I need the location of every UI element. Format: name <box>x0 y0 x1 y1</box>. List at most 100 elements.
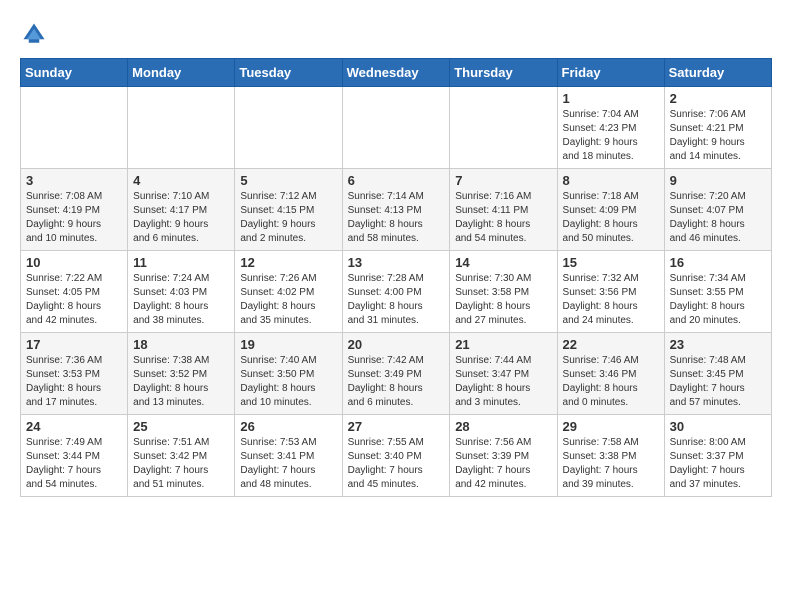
day-info: Sunrise: 7:30 AM Sunset: 3:58 PM Dayligh… <box>455 272 551 328</box>
week-row-4: 17 Sunrise: 7:36 AM Sunset: 3:53 PM Dayli… <box>21 333 772 415</box>
weekday-header-wednesday: Wednesday <box>342 59 450 87</box>
calendar-cell <box>342 87 450 169</box>
calendar-body: 1 Sunrise: 7:04 AM Sunset: 4:23 PM Daylig… <box>21 87 772 497</box>
weekday-header-tuesday: Tuesday <box>235 59 342 87</box>
calendar-cell: 23 Sunrise: 7:48 AM Sunset: 3:45 PM Dayli… <box>664 333 771 415</box>
weekday-header-thursday: Thursday <box>450 59 557 87</box>
calendar-cell: 22 Sunrise: 7:46 AM Sunset: 3:46 PM Dayli… <box>557 333 664 415</box>
day-number: 3 <box>26 173 122 188</box>
day-info: Sunrise: 7:51 AM Sunset: 3:42 PM Dayligh… <box>133 436 229 492</box>
calendar-cell: 18 Sunrise: 7:38 AM Sunset: 3:52 PM Dayli… <box>128 333 235 415</box>
day-number: 15 <box>563 255 659 270</box>
day-number: 25 <box>133 419 229 434</box>
day-info: Sunrise: 7:28 AM Sunset: 4:00 PM Dayligh… <box>348 272 445 328</box>
day-number: 7 <box>455 173 551 188</box>
day-info: Sunrise: 7:14 AM Sunset: 4:13 PM Dayligh… <box>348 190 445 246</box>
day-number: 23 <box>670 337 766 352</box>
week-row-5: 24 Sunrise: 7:49 AM Sunset: 3:44 PM Dayli… <box>21 415 772 497</box>
day-info: Sunrise: 7:18 AM Sunset: 4:09 PM Dayligh… <box>563 190 659 246</box>
calendar-cell: 19 Sunrise: 7:40 AM Sunset: 3:50 PM Dayli… <box>235 333 342 415</box>
calendar-cell: 10 Sunrise: 7:22 AM Sunset: 4:05 PM Dayli… <box>21 251 128 333</box>
week-row-2: 3Sunrise: 7:08 AM Sunset: 4:19 PM Daylig… <box>21 169 772 251</box>
weekday-header-monday: Monday <box>128 59 235 87</box>
calendar-cell: 29Sunrise: 7:58 AM Sunset: 3:38 PM Dayli… <box>557 415 664 497</box>
week-row-3: 10 Sunrise: 7:22 AM Sunset: 4:05 PM Dayli… <box>21 251 772 333</box>
day-info: Sunrise: 7:38 AM Sunset: 3:52 PM Dayligh… <box>133 354 229 410</box>
calendar-cell: 5 Sunrise: 7:12 AM Sunset: 4:15 PM Daylig… <box>235 169 342 251</box>
calendar-cell: 24 Sunrise: 7:49 AM Sunset: 3:44 PM Dayli… <box>21 415 128 497</box>
calendar: SundayMondayTuesdayWednesdayThursdayFrid… <box>20 58 772 497</box>
calendar-cell: 3Sunrise: 7:08 AM Sunset: 4:19 PM Daylig… <box>21 169 128 251</box>
weekday-header-sunday: Sunday <box>21 59 128 87</box>
weekday-header-friday: Friday <box>557 59 664 87</box>
day-info: Sunrise: 7:46 AM Sunset: 3:46 PM Dayligh… <box>563 354 659 410</box>
day-number: 26 <box>240 419 336 434</box>
day-info: Sunrise: 7:04 AM Sunset: 4:23 PM Dayligh… <box>563 108 659 164</box>
calendar-cell: 6Sunrise: 7:14 AM Sunset: 4:13 PM Daylig… <box>342 169 450 251</box>
day-info: Sunrise: 7:22 AM Sunset: 4:05 PM Dayligh… <box>26 272 122 328</box>
day-number: 24 <box>26 419 122 434</box>
calendar-cell: 27 Sunrise: 7:55 AM Sunset: 3:40 PM Dayli… <box>342 415 450 497</box>
day-info: Sunrise: 7:53 AM Sunset: 3:41 PM Dayligh… <box>240 436 336 492</box>
logo-icon <box>20 20 48 48</box>
calendar-cell: 2 Sunrise: 7:06 AM Sunset: 4:21 PM Daylig… <box>664 87 771 169</box>
day-number: 2 <box>670 91 766 106</box>
day-info: Sunrise: 8:00 AM Sunset: 3:37 PM Dayligh… <box>670 436 766 492</box>
calendar-cell: 4Sunrise: 7:10 AM Sunset: 4:17 PM Daylig… <box>128 169 235 251</box>
day-number: 14 <box>455 255 551 270</box>
day-info: Sunrise: 7:32 AM Sunset: 3:56 PM Dayligh… <box>563 272 659 328</box>
calendar-cell: 8 Sunrise: 7:18 AM Sunset: 4:09 PM Daylig… <box>557 169 664 251</box>
day-number: 27 <box>348 419 445 434</box>
calendar-cell: 16Sunrise: 7:34 AM Sunset: 3:55 PM Dayli… <box>664 251 771 333</box>
day-info: Sunrise: 7:44 AM Sunset: 3:47 PM Dayligh… <box>455 354 551 410</box>
day-number: 17 <box>26 337 122 352</box>
calendar-cell: 21Sunrise: 7:44 AM Sunset: 3:47 PM Dayli… <box>450 333 557 415</box>
day-info: Sunrise: 7:42 AM Sunset: 3:49 PM Dayligh… <box>348 354 445 410</box>
day-info: Sunrise: 7:55 AM Sunset: 3:40 PM Dayligh… <box>348 436 445 492</box>
day-number: 18 <box>133 337 229 352</box>
day-number: 19 <box>240 337 336 352</box>
day-info: Sunrise: 7:34 AM Sunset: 3:55 PM Dayligh… <box>670 272 766 328</box>
weekday-header-saturday: Saturday <box>664 59 771 87</box>
calendar-cell: 26 Sunrise: 7:53 AM Sunset: 3:41 PM Dayli… <box>235 415 342 497</box>
calendar-cell: 20 Sunrise: 7:42 AM Sunset: 3:49 PM Dayli… <box>342 333 450 415</box>
calendar-cell <box>21 87 128 169</box>
calendar-cell: 15 Sunrise: 7:32 AM Sunset: 3:56 PM Dayli… <box>557 251 664 333</box>
day-number: 20 <box>348 337 445 352</box>
day-number: 8 <box>563 173 659 188</box>
day-number: 29 <box>563 419 659 434</box>
day-info: Sunrise: 7:56 AM Sunset: 3:39 PM Dayligh… <box>455 436 551 492</box>
page-header <box>20 20 772 48</box>
calendar-cell: 7 Sunrise: 7:16 AM Sunset: 4:11 PM Daylig… <box>450 169 557 251</box>
week-row-1: 1 Sunrise: 7:04 AM Sunset: 4:23 PM Daylig… <box>21 87 772 169</box>
day-info: Sunrise: 7:16 AM Sunset: 4:11 PM Dayligh… <box>455 190 551 246</box>
logo <box>20 20 52 48</box>
day-info: Sunrise: 7:36 AM Sunset: 3:53 PM Dayligh… <box>26 354 122 410</box>
calendar-cell <box>450 87 557 169</box>
calendar-cell <box>235 87 342 169</box>
calendar-cell <box>128 87 235 169</box>
day-number: 1 <box>563 91 659 106</box>
day-info: Sunrise: 7:12 AM Sunset: 4:15 PM Dayligh… <box>240 190 336 246</box>
day-info: Sunrise: 7:49 AM Sunset: 3:44 PM Dayligh… <box>26 436 122 492</box>
day-number: 22 <box>563 337 659 352</box>
weekday-row: SundayMondayTuesdayWednesdayThursdayFrid… <box>21 59 772 87</box>
calendar-cell: 12 Sunrise: 7:26 AM Sunset: 4:02 PM Dayli… <box>235 251 342 333</box>
calendar-cell: 17 Sunrise: 7:36 AM Sunset: 3:53 PM Dayli… <box>21 333 128 415</box>
day-number: 9 <box>670 173 766 188</box>
calendar-cell: 28Sunrise: 7:56 AM Sunset: 3:39 PM Dayli… <box>450 415 557 497</box>
calendar-cell: 9Sunrise: 7:20 AM Sunset: 4:07 PM Daylig… <box>664 169 771 251</box>
day-number: 12 <box>240 255 336 270</box>
day-info: Sunrise: 7:40 AM Sunset: 3:50 PM Dayligh… <box>240 354 336 410</box>
calendar-cell: 30Sunrise: 8:00 AM Sunset: 3:37 PM Dayli… <box>664 415 771 497</box>
calendar-cell: 1 Sunrise: 7:04 AM Sunset: 4:23 PM Daylig… <box>557 87 664 169</box>
day-number: 10 <box>26 255 122 270</box>
day-info: Sunrise: 7:24 AM Sunset: 4:03 PM Dayligh… <box>133 272 229 328</box>
day-info: Sunrise: 7:26 AM Sunset: 4:02 PM Dayligh… <box>240 272 336 328</box>
day-number: 4 <box>133 173 229 188</box>
day-info: Sunrise: 7:06 AM Sunset: 4:21 PM Dayligh… <box>670 108 766 164</box>
calendar-cell: 11Sunrise: 7:24 AM Sunset: 4:03 PM Dayli… <box>128 251 235 333</box>
calendar-cell: 13Sunrise: 7:28 AM Sunset: 4:00 PM Dayli… <box>342 251 450 333</box>
day-info: Sunrise: 7:48 AM Sunset: 3:45 PM Dayligh… <box>670 354 766 410</box>
day-number: 5 <box>240 173 336 188</box>
